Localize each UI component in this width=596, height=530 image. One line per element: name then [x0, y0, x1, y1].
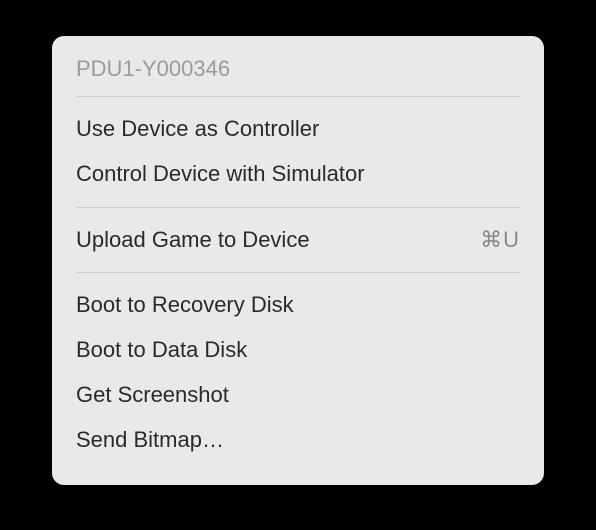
menu-item-label: Control Device with Simulator [76, 159, 520, 190]
menu-item-label: Boot to Recovery Disk [76, 290, 520, 321]
use-device-as-controller[interactable]: Use Device as Controller [52, 107, 544, 152]
menu-header: PDU1-Y000346 [52, 46, 544, 96]
menu-item-label: Upload Game to Device [76, 225, 480, 256]
menu-item-shortcut: ⌘U [480, 225, 520, 256]
menu-item-label: Get Screenshot [76, 380, 520, 411]
send-bitmap[interactable]: Send Bitmap… [52, 418, 544, 463]
menu-separator [76, 272, 520, 273]
menu-item-label: Boot to Data Disk [76, 335, 520, 366]
menu-item-label: Use Device as Controller [76, 114, 520, 145]
menu-group: Use Device as Controller Control Device … [52, 103, 544, 207]
control-device-with-simulator[interactable]: Control Device with Simulator [52, 152, 544, 197]
context-menu: PDU1-Y000346 Use Device as Controller Co… [52, 36, 544, 485]
menu-separator [76, 96, 520, 97]
boot-to-recovery-disk[interactable]: Boot to Recovery Disk [52, 283, 544, 328]
upload-game-to-device[interactable]: Upload Game to Device ⌘U [52, 218, 544, 263]
menu-group: Upload Game to Device ⌘U [52, 214, 544, 273]
menu-group: Boot to Recovery Disk Boot to Data Disk … [52, 279, 544, 472]
menu-item-label: Send Bitmap… [76, 425, 520, 456]
get-screenshot[interactable]: Get Screenshot [52, 373, 544, 418]
boot-to-data-disk[interactable]: Boot to Data Disk [52, 328, 544, 373]
menu-separator [76, 207, 520, 208]
